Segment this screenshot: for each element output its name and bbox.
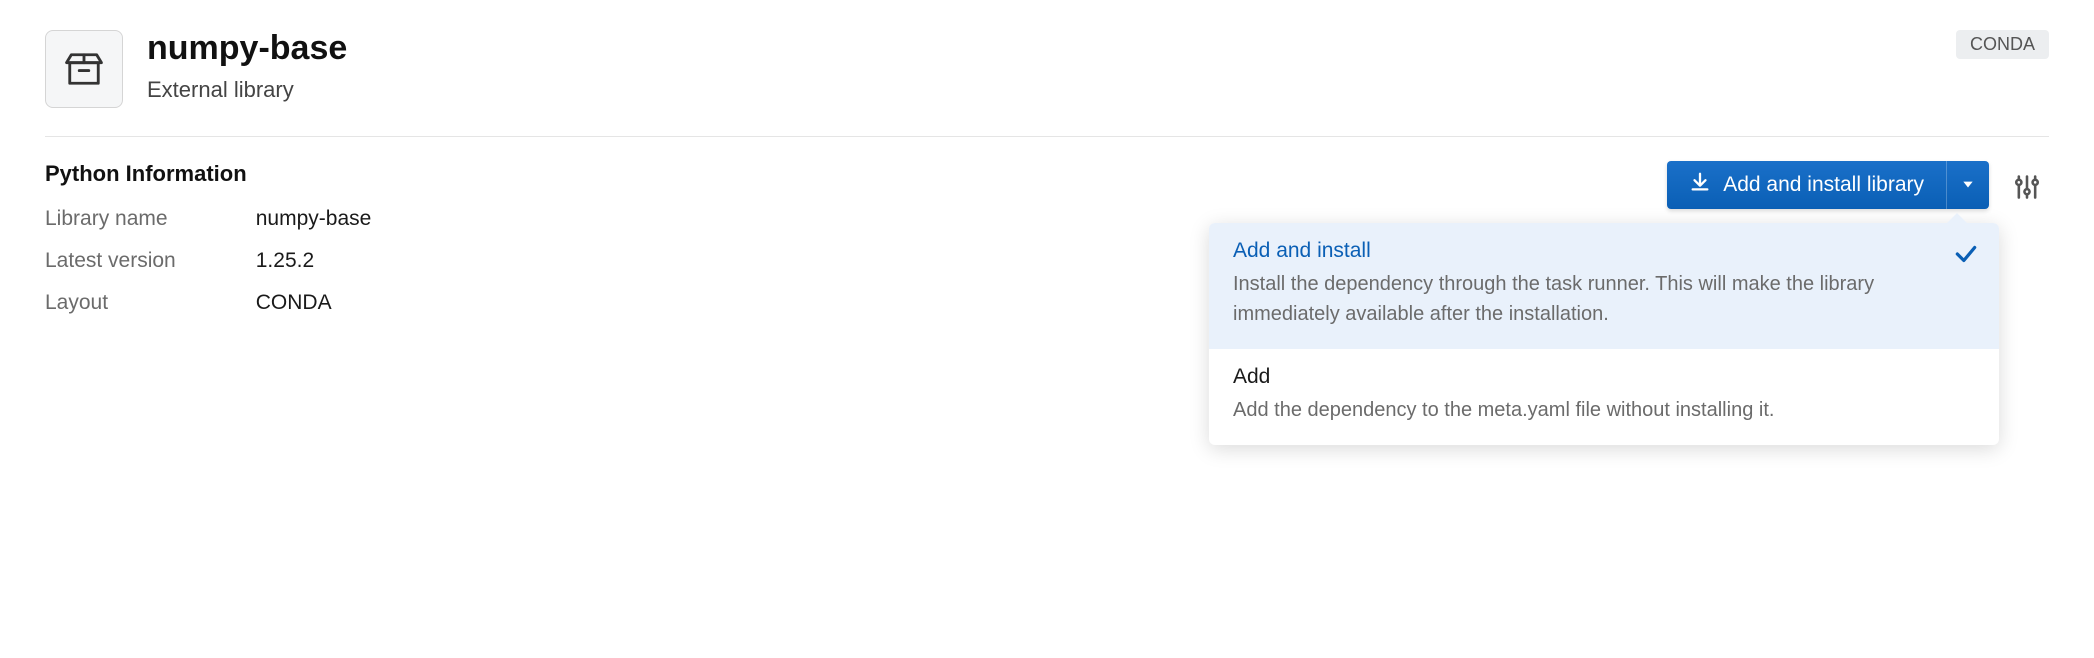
- package-icon: [45, 30, 123, 108]
- dropdown-item-desc: Install the dependency through the task …: [1233, 269, 1975, 329]
- page-subtitle: External library: [147, 77, 2049, 103]
- dropdown-item-add[interactable]: Add Add the dependency to the meta.yaml …: [1209, 349, 1999, 445]
- download-icon: [1689, 171, 1711, 199]
- dropdown-item-add-install[interactable]: Add and install Install the dependency t…: [1209, 223, 1999, 349]
- info-label-latest-version: Latest version: [45, 249, 256, 291]
- header-titles: numpy-base External library: [147, 30, 2049, 103]
- dropdown-item-desc: Add the dependency to the meta.yaml file…: [1233, 395, 1975, 425]
- dropdown-item-title: Add: [1233, 365, 1975, 389]
- add-install-dropdown-toggle[interactable]: [1947, 161, 1989, 209]
- layout-badge: CONDA: [1956, 30, 2049, 59]
- info-value-library-name: numpy-base: [256, 207, 372, 249]
- sliders-icon: [2013, 173, 2041, 204]
- add-install-dropdown: Add and install Install the dependency t…: [1209, 223, 1999, 445]
- page-title: numpy-base: [147, 30, 2049, 67]
- info-value-latest-version: 1.25.2: [256, 249, 372, 291]
- info-row: Library name numpy-base: [45, 207, 371, 249]
- add-install-split-button: Add and install library: [1667, 161, 1989, 209]
- info-heading: Python Information: [45, 161, 1667, 187]
- chevron-down-icon: [1961, 177, 1975, 194]
- settings-button[interactable]: [2005, 165, 2049, 212]
- info-label-layout: Layout: [45, 291, 256, 333]
- actions-area: Add and install library: [1667, 161, 2049, 212]
- info-label-library-name: Library name: [45, 207, 256, 249]
- info-row: Layout CONDA: [45, 291, 371, 333]
- add-install-button[interactable]: Add and install library: [1667, 161, 1947, 209]
- info-row: Latest version 1.25.2: [45, 249, 371, 291]
- header: numpy-base External library CONDA: [45, 30, 2049, 137]
- dropdown-item-title: Add and install: [1233, 239, 1975, 263]
- check-icon: [1953, 241, 1979, 272]
- info-value-layout: CONDA: [256, 291, 372, 333]
- add-install-button-label: Add and install library: [1723, 173, 1924, 197]
- content: Python Information Library name numpy-ba…: [45, 161, 2049, 333]
- info-table: Library name numpy-base Latest version 1…: [45, 207, 371, 333]
